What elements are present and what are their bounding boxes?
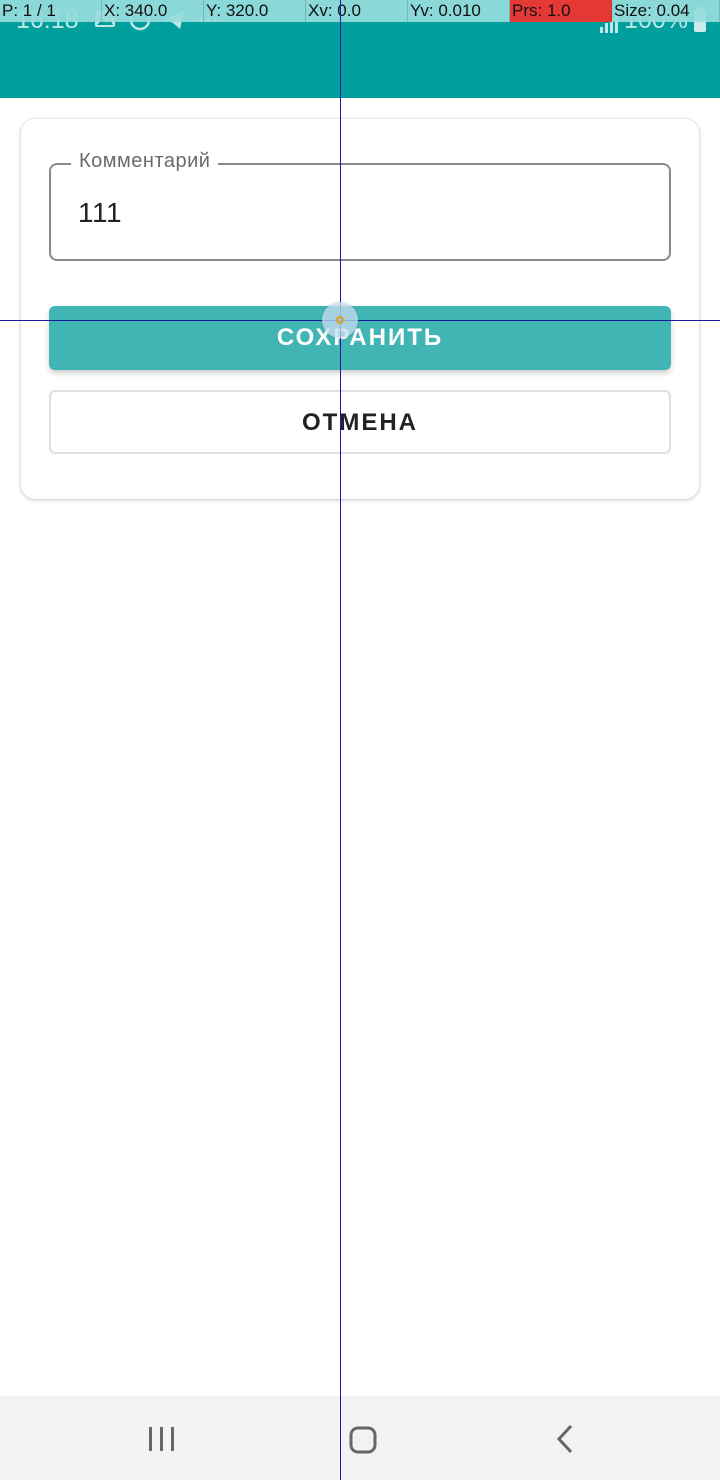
debug-y: Y: 320.0 [204, 0, 306, 22]
home-icon[interactable] [349, 1426, 377, 1454]
comment-dialog-card: Комментарий 111 СОХРАНИТЬ ОТМЕНА [21, 119, 699, 499]
debug-pointer-count: P: 1 / 1 [0, 0, 102, 22]
touch-crosshair-horizontal [0, 320, 720, 321]
comment-field[interactable]: Комментарий 111 [49, 150, 671, 261]
cancel-button[interactable]: ОТМЕНА [49, 390, 671, 454]
comment-field-label: Комментарий [71, 150, 219, 173]
debug-pressure: Prs: 1.0 [510, 0, 612, 22]
debug-size: Size: 0.04 [612, 0, 720, 22]
back-icon[interactable] [553, 1424, 577, 1454]
save-button[interactable]: СОХРАНИТЬ [49, 306, 671, 370]
debug-yv: Yv: 0.010 [408, 0, 510, 22]
pointer-debug-overlay: P: 1 / 1 X: 340.0 Y: 320.0 Xv: 0.0 Yv: 0… [0, 0, 720, 22]
touch-crosshair-vertical [340, 0, 341, 1480]
system-nav-bar [0, 1396, 720, 1480]
touch-point-indicator [322, 302, 358, 338]
debug-x: X: 340.0 [102, 0, 204, 22]
debug-xv: Xv: 0.0 [306, 0, 408, 22]
comment-field-value[interactable]: 111 [78, 197, 122, 229]
recent-apps-icon[interactable] [148, 1426, 176, 1452]
